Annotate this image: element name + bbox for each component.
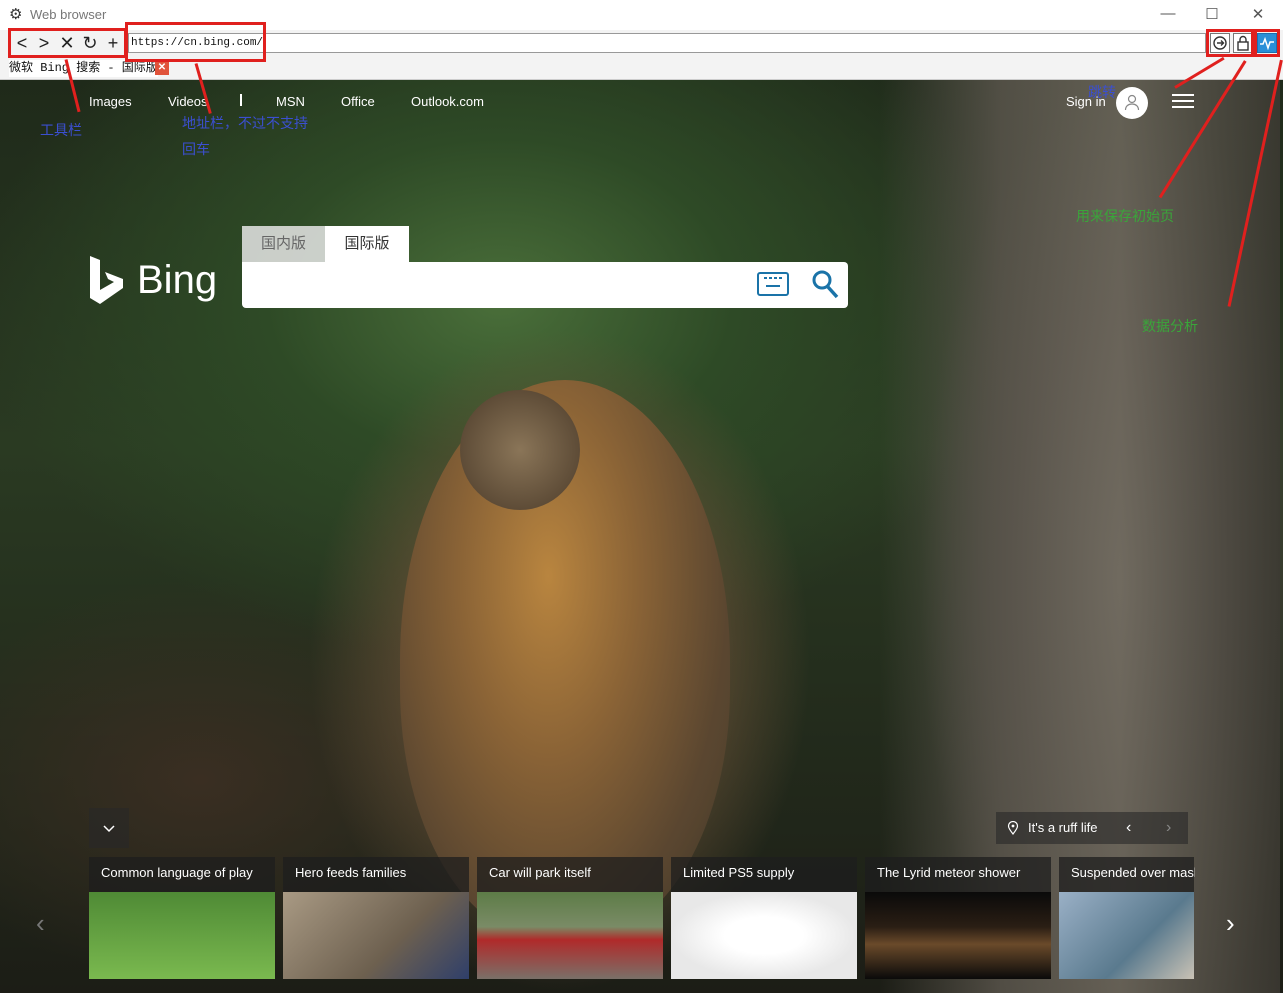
nav-msn[interactable]: MSN — [276, 94, 305, 109]
address-bar[interactable]: https://cn.bing.com/ — [128, 33, 1206, 53]
annotation-address-label: 地址栏，不过不支持 — [182, 116, 308, 132]
collapse-button[interactable] — [89, 808, 129, 848]
maximize-button[interactable]: ☐ — [1198, 5, 1226, 23]
news-card-title: The Lyrid meteor shower — [877, 865, 1021, 880]
annotation-toolbar-box — [8, 28, 127, 58]
image-title[interactable]: It's a ruff life — [1028, 812, 1097, 844]
gear-icon[interactable]: ⚙ — [9, 7, 22, 22]
bing-logo-mark — [90, 256, 123, 304]
bing-logo-text: Bing — [137, 258, 218, 302]
news-card-image — [1059, 892, 1194, 979]
keyboard-icon[interactable] — [757, 272, 789, 296]
news-card[interactable]: Limited PS5 supply — [671, 857, 857, 979]
background-bird-head — [460, 390, 580, 510]
annotation-toolbar-label: 工具栏 — [40, 123, 82, 139]
location-pin-icon — [1007, 821, 1019, 835]
nav-outlook[interactable]: Outlook.com — [411, 94, 484, 109]
news-card-image — [671, 892, 857, 979]
tab-close-icon[interactable]: ✕ — [155, 61, 169, 75]
nav-images[interactable]: Images — [89, 94, 132, 109]
news-card-title: Car will park itself — [489, 865, 591, 880]
news-card[interactable]: Suspended over masl — [1059, 857, 1195, 979]
news-card[interactable]: Common language of play — [89, 857, 275, 979]
window-title: Web browser — [30, 7, 107, 22]
search-icon[interactable] — [810, 268, 840, 300]
news-card[interactable]: Car will park itself — [477, 857, 663, 979]
news-card-image — [477, 892, 663, 979]
minimize-button[interactable]: — — [1154, 5, 1182, 22]
close-window-button[interactable]: ✕ — [1244, 5, 1272, 23]
tab-domestic[interactable]: 国内版 — [242, 226, 325, 262]
news-card-title: Common language of play — [101, 865, 253, 880]
news-card-image — [283, 892, 469, 979]
avatar[interactable] — [1116, 87, 1148, 119]
menu-icon[interactable] — [1172, 92, 1194, 112]
news-card-title: Suspended over masl — [1071, 865, 1195, 880]
annotation-jump-label: 跳转 — [1088, 85, 1116, 101]
news-card-title: Hero feeds families — [295, 865, 407, 880]
annotation-save-box — [1206, 29, 1254, 57]
annotation-analytics-box — [1254, 29, 1280, 57]
annotation-analytics-label: 数据分析 — [1142, 319, 1198, 335]
annotation-save-label: 用来保存初始页 — [1076, 209, 1174, 225]
annotation-address-box — [125, 22, 266, 62]
carousel-next-icon[interactable]: › — [1226, 908, 1235, 939]
news-card-image — [89, 892, 275, 979]
user-icon — [1124, 94, 1140, 111]
tab-international[interactable]: 国际版 — [325, 226, 409, 262]
nav-videos[interactable]: Videos — [168, 94, 208, 109]
news-card[interactable]: The Lyrid meteor shower — [865, 857, 1051, 979]
carousel-prev-icon[interactable]: ‹ — [36, 908, 45, 939]
nav-office[interactable]: Office — [341, 94, 375, 109]
nav-divider — [240, 94, 242, 106]
previous-image-icon[interactable]: ‹ — [1126, 812, 1131, 844]
next-image-icon[interactable]: › — [1166, 812, 1171, 844]
chevron-down-icon — [103, 825, 115, 833]
news-card-image — [865, 892, 1051, 979]
annotation-address-label-2: 回车 — [182, 142, 210, 158]
news-card[interactable]: Hero feeds families — [283, 857, 469, 979]
image-info-bar: It's a ruff life ‹ › — [996, 812, 1188, 844]
news-card-title: Limited PS5 supply — [683, 865, 795, 880]
tab-bing[interactable]: 微软 Bing 搜索 - 国际版 — [9, 60, 158, 77]
